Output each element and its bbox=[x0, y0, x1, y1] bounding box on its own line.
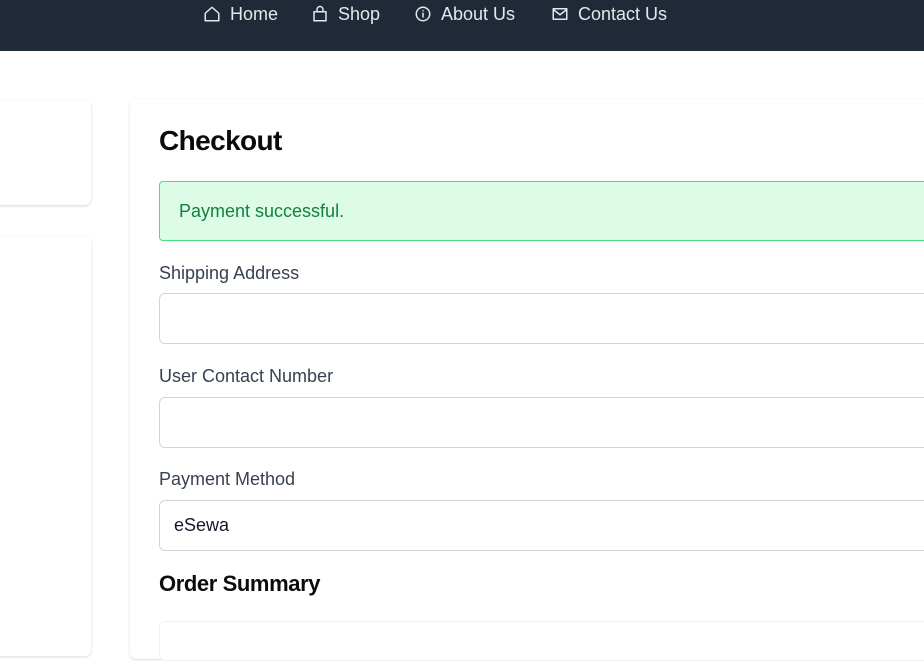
nav-contact-link[interactable]: Contact Us bbox=[551, 0, 667, 28]
top-navbar: Home Shop About Us Contact Us bbox=[0, 0, 924, 51]
payment-method-label: Payment Method bbox=[159, 469, 296, 489]
shipping-address-input[interactable] bbox=[159, 293, 924, 344]
mail-icon bbox=[552, 8, 568, 20]
home-icon bbox=[204, 6, 220, 22]
nav-about-label: About Us bbox=[441, 3, 516, 24]
nav-shop-link[interactable]: Shop bbox=[311, 0, 380, 28]
success-alert: Payment successful. bbox=[159, 181, 924, 241]
sidebar-card bbox=[0, 101, 91, 205]
payment-method-select[interactable]: eSewa bbox=[159, 500, 924, 551]
nav-home-link[interactable]: Home bbox=[203, 0, 278, 28]
order-summary-box bbox=[159, 621, 924, 661]
sidebar-card-lower bbox=[0, 236, 91, 656]
order-summary-title: Order Summary bbox=[159, 571, 321, 596]
nav-home-label: Home bbox=[230, 3, 279, 24]
shipping-address-label: Shipping Address bbox=[159, 263, 300, 283]
nav-shop-label: Shop bbox=[338, 3, 381, 24]
shopping-bag-icon bbox=[313, 5, 327, 22]
payment-method-value: eSewa bbox=[174, 515, 230, 535]
contact-number-label: User Contact Number bbox=[159, 366, 334, 386]
contact-number-input[interactable] bbox=[159, 397, 924, 448]
nav-about-link[interactable]: About Us bbox=[414, 0, 515, 28]
nav-contact-label: Contact Us bbox=[578, 3, 668, 24]
page-title: Checkout bbox=[159, 125, 282, 156]
info-icon bbox=[415, 6, 431, 22]
